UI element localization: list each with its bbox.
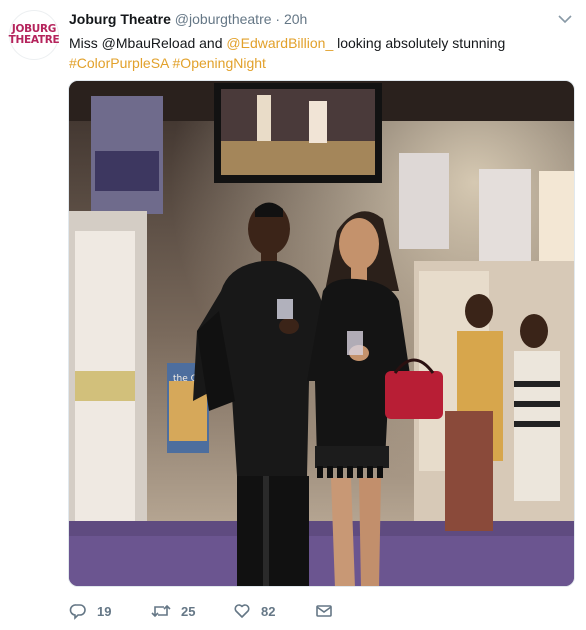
- tweet-text-part-2: looking absolutely stunning: [333, 35, 506, 51]
- message-icon: [316, 605, 332, 617]
- mention-link[interactable]: @EdwardBillion_: [226, 35, 333, 51]
- retweet-button[interactable]: 25: [151, 602, 233, 620]
- reply-button[interactable]: 19: [69, 602, 151, 620]
- tweet-header: Joburg Theatre @joburgtheatre · 20h: [69, 11, 307, 27]
- tweet-text-part-1: Miss @MbauReload and: [69, 35, 227, 51]
- tweet-card: JOBURG THEATRE Joburg Theatre @joburgthe…: [0, 0, 586, 630]
- timestamp[interactable]: 20h: [284, 11, 307, 27]
- like-count: 82: [261, 603, 276, 619]
- direct-message-button[interactable]: [315, 602, 333, 620]
- reply-count: 19: [97, 603, 112, 619]
- retweet-count: 25: [181, 603, 196, 619]
- like-button[interactable]: 82: [233, 602, 315, 620]
- avatar[interactable]: JOBURG THEATRE: [8, 10, 60, 60]
- reply-icon: [69, 604, 86, 620]
- handle[interactable]: @joburgtheatre: [175, 11, 272, 27]
- display-name[interactable]: Joburg Theatre: [69, 11, 171, 27]
- retweet-icon: [151, 604, 171, 618]
- chevron-down-icon[interactable]: [558, 14, 572, 24]
- separator-dot: ·: [275, 11, 281, 27]
- tweet-photo[interactable]: the COLOR PURPLE: [68, 80, 575, 587]
- logo-line-2: THEATRE: [8, 34, 60, 46]
- hashtag-link-2[interactable]: #OpeningNight: [173, 55, 266, 71]
- photo-illustration: the COLOR PURPLE: [69, 81, 574, 586]
- tweet-text: Miss @MbauReload and @EdwardBillion_ loo…: [69, 33, 569, 73]
- heart-icon: [234, 604, 250, 618]
- hashtag-link-1[interactable]: #ColorPurpleSA: [69, 55, 169, 71]
- tweet-actions: 19 25 82: [69, 600, 333, 622]
